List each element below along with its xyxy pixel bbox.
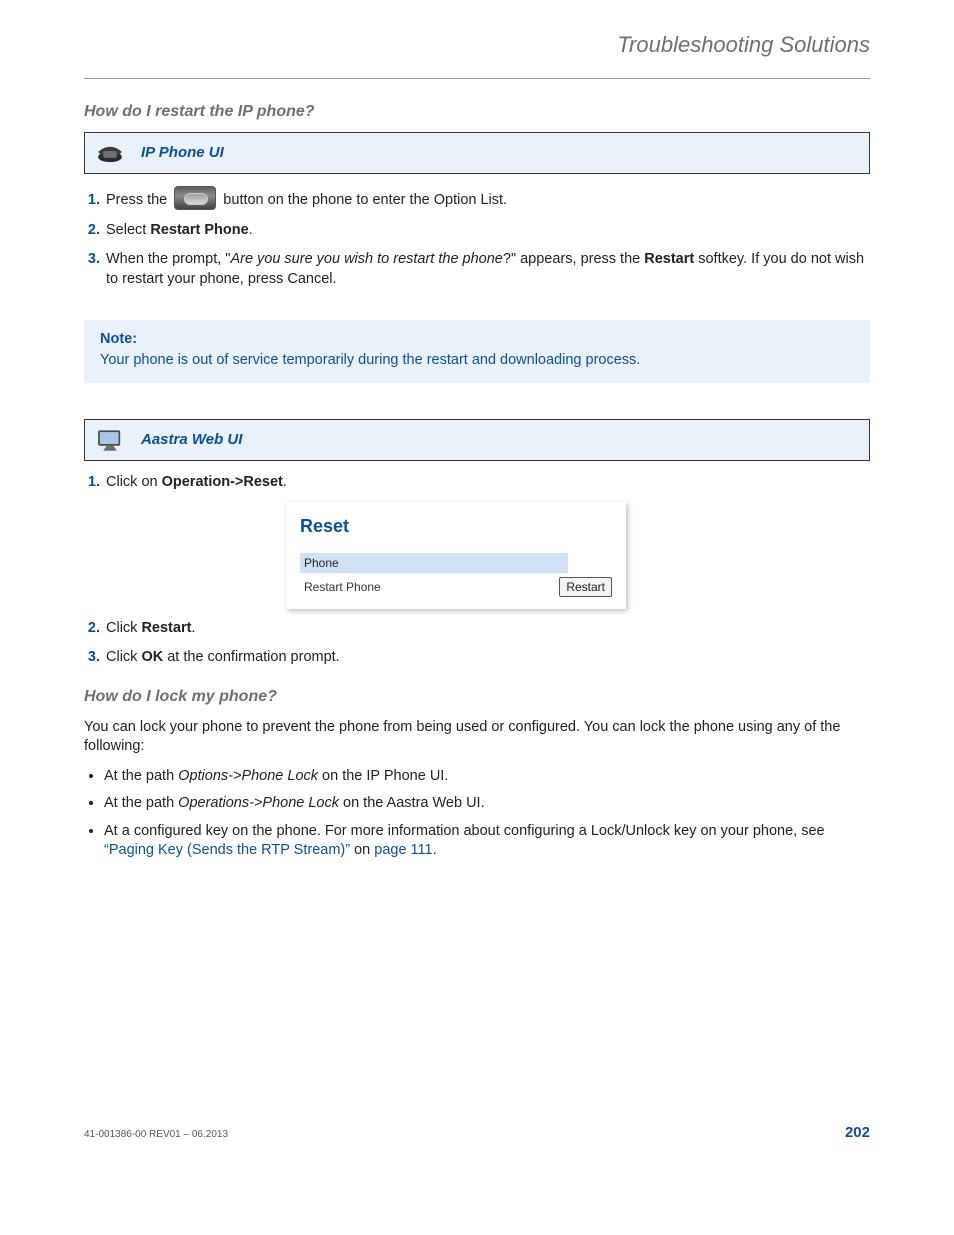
- step-2-post: .: [249, 222, 253, 238]
- monitor-icon: [93, 427, 127, 453]
- step-1-post: button on the phone to enter the Option …: [219, 192, 507, 208]
- step-3-b: Are you sure you wish to restart the pho…: [230, 251, 502, 267]
- restart-button[interactable]: Restart: [559, 577, 612, 597]
- web-step-3-pre: Click: [106, 649, 141, 665]
- aastra-web-ui-label: Aastra Web UI: [141, 430, 242, 450]
- lock-b2-c: on the Aastra Web UI.: [339, 795, 485, 811]
- lock-b3-c: .: [433, 842, 437, 858]
- page-footer: 41-001386-00 REV01 – 06.2013 202: [84, 1123, 870, 1143]
- question-heading-lock: How do I lock my phone?: [84, 686, 870, 708]
- lock-b3-a: At a configured key on the phone. For mo…: [104, 823, 825, 839]
- lock-b1-c: on the IP Phone UI.: [318, 768, 448, 784]
- lock-b3-b: on: [350, 842, 374, 858]
- web-step-1: Click on Operation->Reset. Reset Phone R…: [104, 473, 870, 609]
- lock-b1-a: At the path: [104, 768, 178, 784]
- lock-bullet-3: At a configured key on the phone. For mo…: [104, 822, 870, 861]
- lock-intro: You can lock your phone to prevent the p…: [84, 718, 870, 757]
- lock-bullet-1: At the path Options->Phone Lock on the I…: [104, 767, 870, 787]
- web-step-3: Click OK at the confirmation prompt.: [104, 648, 870, 668]
- note-text: Your phone is out of service temporarily…: [100, 351, 854, 371]
- note-box: Note: Your phone is out of service tempo…: [84, 320, 870, 383]
- lock-b1-b: Options->Phone Lock: [178, 768, 318, 784]
- reset-phone-row: Phone: [300, 553, 568, 573]
- lock-bullet-2: At the path Operations->Phone Lock on th…: [104, 794, 870, 814]
- step-3-d: Restart: [644, 251, 694, 267]
- lock-b3-link2[interactable]: page 111: [374, 842, 432, 858]
- web-step-1-bold: Operation->Reset: [162, 474, 283, 490]
- lock-b3-link1[interactable]: “Paging Key (Sends the RTP Stream)”: [104, 842, 350, 858]
- ip-phone-steps: Press the button on the phone to enter t…: [84, 186, 870, 289]
- step-1: Press the button on the phone to enter t…: [104, 186, 870, 211]
- step-3: When the prompt, "Are you sure you wish …: [104, 250, 870, 289]
- reset-screenshot: Reset Phone Restart Phone Restart: [286, 502, 626, 609]
- ip-phone-ui-label: IP Phone UI: [141, 143, 224, 163]
- lock-b2-a: At the path: [104, 795, 178, 811]
- step-2: Select Restart Phone.: [104, 221, 870, 241]
- reset-title: Reset: [300, 514, 612, 538]
- page-header-title: Troubleshooting Solutions: [84, 30, 870, 60]
- header-rule: [84, 78, 870, 79]
- web-step-1-pre: Click on: [106, 474, 162, 490]
- step-2-bold: Restart Phone: [150, 222, 248, 238]
- lock-bullets: At the path Options->Phone Lock on the I…: [84, 767, 870, 861]
- step-2-pre: Select: [106, 222, 150, 238]
- ip-phone-ui-bar: IP Phone UI: [84, 132, 870, 174]
- footer-page-number: 202: [845, 1123, 870, 1143]
- step-1-pre: Press the: [106, 192, 171, 208]
- reset-restart-row: Restart Phone Restart: [300, 577, 612, 597]
- web-step-2-pre: Click: [106, 620, 141, 636]
- options-hardkey-icon: [174, 186, 216, 210]
- step-3-c: ?" appears, press the: [503, 251, 644, 267]
- question-heading-restart: How do I restart the IP phone?: [84, 101, 870, 123]
- footer-rev: 41-001386-00 REV01 – 06.2013: [84, 1128, 228, 1142]
- web-step-1-post: .: [283, 474, 287, 490]
- web-step-2: Click Restart.: [104, 619, 870, 639]
- reset-restart-label: Restart Phone: [300, 579, 381, 595]
- web-step-3-bold: OK: [141, 649, 163, 665]
- web-ui-steps: Click on Operation->Reset. Reset Phone R…: [84, 473, 870, 668]
- phone-handset-icon: [93, 140, 127, 166]
- web-step-2-post: .: [191, 620, 195, 636]
- aastra-web-ui-bar: Aastra Web UI: [84, 419, 870, 461]
- note-label: Note:: [100, 330, 854, 350]
- lock-b2-b: Operations->Phone Lock: [178, 795, 339, 811]
- web-step-2-bold: Restart: [141, 620, 191, 636]
- step-3-a: When the prompt, ": [106, 251, 230, 267]
- web-step-3-post: at the confirmation prompt.: [163, 649, 340, 665]
